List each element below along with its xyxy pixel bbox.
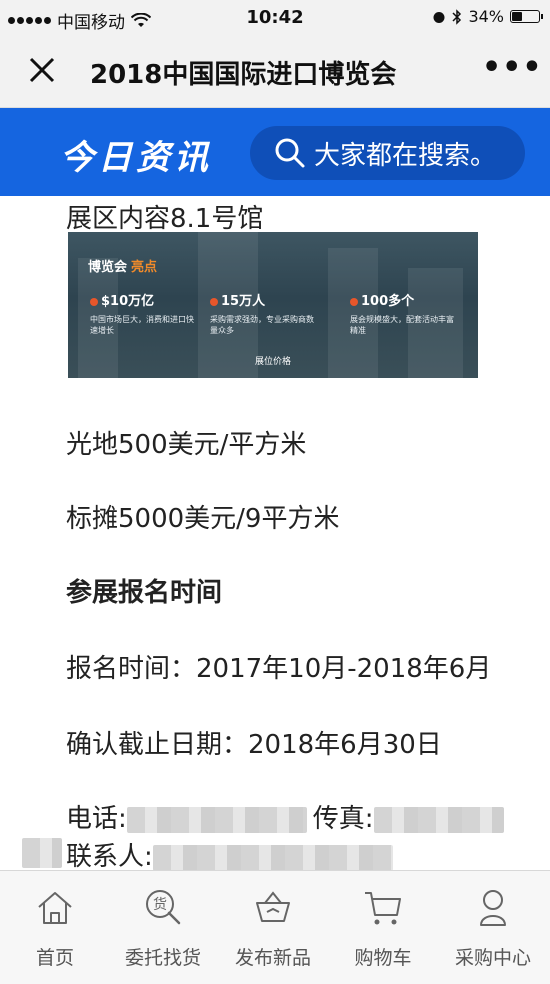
search-goods-icon: 货 xyxy=(146,890,181,925)
fax-label: 传真: xyxy=(312,804,374,834)
phone-label: 电话: xyxy=(66,804,127,834)
confirm-deadline: 确认截止日期：2018年6月30日 xyxy=(66,730,442,760)
phone-fax-line: 电话: 传真: xyxy=(66,798,504,835)
banner-title: 博览会 亮点 xyxy=(88,256,157,275)
status-bar: 中国移动 10:42 34% xyxy=(0,0,550,36)
nav-item-cart[interactable]: 购物车 xyxy=(328,885,438,970)
banner-title-highlight: 亮点 xyxy=(131,260,158,275)
section-heading: 参展报名时间 xyxy=(66,578,223,608)
nav-label: 采购中心 xyxy=(454,947,531,969)
bluetooth-icon xyxy=(452,8,462,25)
user-icon xyxy=(480,890,506,926)
banner-stat-value: 15万人 xyxy=(221,294,266,309)
close-icon xyxy=(29,57,55,83)
svg-text:货: 货 xyxy=(153,896,167,913)
banner-stat-2: 15万人 xyxy=(210,290,265,309)
page-title: 2018中国国际进口博览会 xyxy=(90,60,397,90)
nav-item-home[interactable]: 首页 xyxy=(0,885,110,970)
contact-line: 联系人: xyxy=(66,836,393,873)
contact-label: 联系人: xyxy=(66,842,153,872)
banner-stat-1: $10万亿 xyxy=(90,290,154,309)
banner-stat-value: $10万亿 xyxy=(101,294,155,309)
more-button[interactable]: ••• xyxy=(482,50,542,90)
close-button[interactable] xyxy=(22,50,62,90)
brand-logo[interactable]: 今日资讯 xyxy=(60,130,212,179)
status-right: 34% xyxy=(432,7,543,26)
banner-stat-desc: 采购需求强劲，专业采购商数量众多 xyxy=(210,315,314,335)
basket-icon xyxy=(256,891,290,922)
nav-label: 首页 xyxy=(35,947,74,969)
app-header: 今日资讯 大家都在搜索。 xyxy=(0,108,550,196)
banner-title-text: 博览会 xyxy=(88,260,128,275)
search-placeholder: 大家都在搜索。 xyxy=(314,140,497,171)
cart-icon xyxy=(365,892,401,925)
nav-item-publish[interactable]: 发布新品 xyxy=(218,885,328,970)
nav-label: 发布新品 xyxy=(234,947,311,969)
home-icon xyxy=(38,892,72,924)
register-time: 报名时间：2017年10月-2018年6月 xyxy=(66,654,492,684)
bottom-nav: 首页 货 委托找货 发布新品 购物车 采购中心 xyxy=(0,870,550,984)
phone-redacted xyxy=(126,806,307,833)
expo-banner-image: 博览会 亮点 $10万亿 15万人 100多个 中国市场巨大，消费和进口快速增长 … xyxy=(68,232,478,378)
redacted-mark xyxy=(22,838,62,868)
contact-redacted xyxy=(152,844,393,871)
nav-item-find-goods[interactable]: 货 委托找货 xyxy=(108,885,218,970)
nav-item-purchase-center[interactable]: 采购中心 xyxy=(438,885,548,970)
title-bar: 2018中国国际进口博览会 ••• xyxy=(0,36,550,108)
price-raw-space: 光地500美元/平方米 xyxy=(66,430,307,460)
battery-level xyxy=(512,12,522,21)
banner-stat-value: 100多个 xyxy=(361,294,415,309)
nav-label: 购物车 xyxy=(354,947,412,969)
nav-label: 委托找货 xyxy=(124,947,201,969)
banner-stat-desc: 展会规模盛大，配套活动丰富精准 xyxy=(350,315,454,335)
banner-stat-3: 100多个 xyxy=(350,290,414,309)
banner-bottom-label: 展位价格 xyxy=(254,357,291,367)
price-booth: 标摊5000美元/9平方米 xyxy=(66,504,340,534)
search-input[interactable]: 大家都在搜索。 xyxy=(250,126,525,180)
battery-percent: 34% xyxy=(468,7,504,26)
battery-icon xyxy=(510,10,543,23)
hall-title: 展区内容8.1号馆 xyxy=(66,204,264,234)
alarm-icon xyxy=(433,11,445,23)
fax-redacted xyxy=(373,806,504,833)
banner-stat-desc: 中国市场巨大，消费和进口快速增长 xyxy=(90,315,194,335)
search-icon xyxy=(275,138,305,168)
